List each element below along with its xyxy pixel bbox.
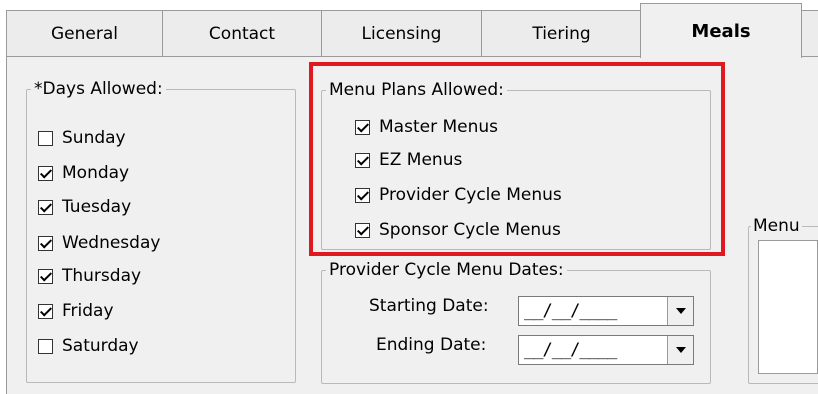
checkbox-box[interactable]: [355, 152, 370, 168]
starting-date-dropdown-button[interactable]: [667, 297, 693, 325]
tab-label: Contact: [208, 23, 276, 44]
tab-tiering[interactable]: Tiering: [481, 10, 642, 56]
checkbox-monday[interactable]: Monday: [38, 161, 129, 185]
ending-date-label: Ending Date:: [376, 335, 487, 355]
provider-cycle-menu-dates-legend: Provider Cycle Menu Dates:: [329, 260, 564, 280]
checkbox-box[interactable]: [38, 268, 53, 284]
checkbox-thursday[interactable]: Thursday: [38, 264, 141, 288]
checkbox-label: Sunday: [62, 128, 126, 148]
checkbox-box[interactable]: [38, 235, 53, 251]
menu-plans-allowed-legend: Menu Plans Allowed:: [329, 80, 504, 100]
checkbox-box[interactable]: [38, 303, 53, 319]
checkbox-box[interactable]: [38, 338, 53, 354]
checkbox-label: Wednesday: [62, 233, 161, 253]
ending-date-dropdown-button[interactable]: [667, 336, 693, 364]
checkbox-label: Master Menus: [379, 117, 498, 137]
checkbox-provider-cycle-menus[interactable]: Provider Cycle Menus: [355, 183, 562, 207]
chevron-down-icon: [675, 347, 686, 353]
starting-date-picker[interactable]: __/__/____: [518, 296, 694, 326]
menu-listbox[interactable]: [758, 240, 818, 374]
checkbox-label: Thursday: [62, 266, 142, 286]
tab-label: Tiering: [532, 23, 591, 44]
tab-general[interactable]: General: [6, 10, 163, 56]
days-allowed-legend: *Days Allowed:: [34, 79, 163, 99]
checkbox-label: Sponsor Cycle Menus: [379, 220, 561, 240]
tab-contact[interactable]: Contact: [162, 10, 322, 56]
checkbox-friday[interactable]: Friday: [38, 299, 114, 323]
checkbox-box[interactable]: [38, 199, 53, 215]
starting-date-label: Starting Date:: [369, 296, 489, 316]
checkbox-saturday[interactable]: Saturday: [38, 334, 139, 358]
checkbox-sunday[interactable]: Sunday: [38, 126, 126, 150]
checkbox-label: Provider Cycle Menus: [379, 185, 562, 205]
checkbox-sponsor-cycle-menus[interactable]: Sponsor Cycle Menus: [355, 218, 561, 242]
starting-date-value: __/__/____: [524, 301, 617, 321]
tab-label: General: [51, 23, 118, 44]
checkbox-label: Monday: [62, 163, 130, 183]
checkbox-box[interactable]: [38, 165, 53, 181]
checkbox-label: EZ Menus: [379, 150, 463, 170]
checkbox-master-menus[interactable]: Master Menus: [355, 115, 498, 139]
checkbox-ez-menus[interactable]: EZ Menus: [355, 148, 462, 172]
checkbox-box[interactable]: [355, 187, 370, 203]
tab-strip: General Contact Licensing Tiering Meals: [0, 0, 818, 58]
checkbox-label: Saturday: [62, 336, 139, 356]
checkbox-wednesday[interactable]: Wednesday: [38, 231, 160, 255]
ending-date-value: __/__/____: [524, 340, 617, 360]
checkbox-label: Friday: [62, 301, 114, 321]
tab-licensing[interactable]: Licensing: [321, 10, 482, 56]
checkbox-tuesday[interactable]: Tuesday: [38, 195, 131, 219]
tab-next[interactable]: [801, 10, 818, 56]
checkbox-box[interactable]: [355, 119, 370, 135]
tab-label: Meals: [691, 20, 751, 42]
checkbox-label: Tuesday: [62, 197, 132, 217]
tab-meals[interactable]: Meals: [640, 3, 802, 58]
checkbox-box[interactable]: [355, 222, 370, 238]
ending-date-picker[interactable]: __/__/____: [518, 335, 694, 365]
menu-group-legend: Menu: [753, 216, 800, 236]
chevron-down-icon: [675, 308, 686, 314]
tab-label: Licensing: [361, 23, 442, 44]
checkbox-box[interactable]: [38, 130, 53, 146]
